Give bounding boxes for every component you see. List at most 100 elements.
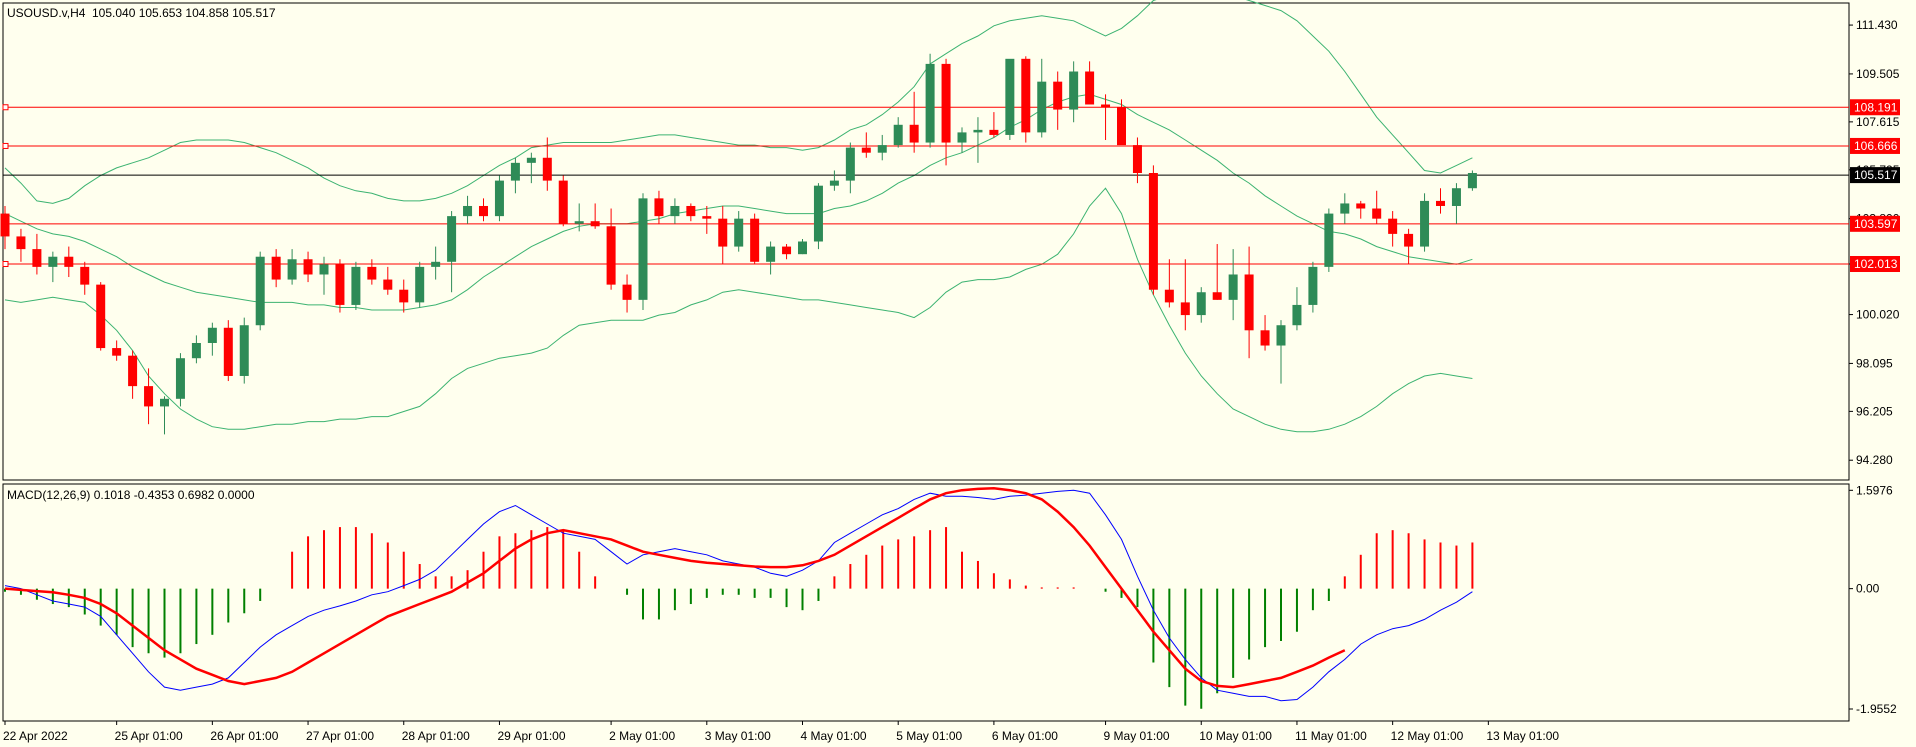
candle-body: [287, 259, 297, 280]
time-axis-label: 25 Apr 01:00: [115, 729, 183, 743]
candle-body: [909, 124, 919, 143]
time-axis-label: 12 May 01:00: [1391, 729, 1464, 743]
candle-body: [766, 246, 776, 262]
candle-body: [1244, 274, 1254, 331]
candle-body: [1148, 172, 1158, 290]
candle-body: [96, 284, 106, 349]
candle-body: [319, 264, 329, 275]
candle-body: [223, 327, 233, 376]
ohlc-readout: 105.040 105.653 104.858 105.517: [92, 6, 276, 20]
candle-body: [494, 180, 504, 217]
candle-body: [957, 132, 967, 143]
candle-body: [16, 236, 26, 250]
candle-body: [335, 264, 345, 305]
chart-window: 111.430109.505107.615105.725103.800102.0…: [0, 0, 1916, 747]
candle-body: [1085, 71, 1095, 105]
level-handle: [2, 104, 9, 111]
candle-body: [798, 241, 807, 255]
candle-body: [463, 205, 473, 217]
candle-body: [1101, 104, 1111, 108]
candle-body: [447, 216, 457, 262]
candle-body: [925, 63, 935, 143]
time-axis-label: 11 May 01:00: [1295, 729, 1367, 743]
candle-body: [80, 266, 90, 285]
time-axis-label: 29 Apr 01:00: [497, 729, 565, 743]
candle-body: [144, 386, 154, 407]
price-axis-label: 94.280: [1856, 453, 1893, 467]
candle-body: [989, 129, 999, 135]
chart-canvas[interactable]: 111.430109.505107.615105.725103.800102.0…: [0, 0, 1916, 747]
candle-body: [877, 145, 887, 153]
candle-body: [1212, 292, 1222, 300]
candle-body: [0, 213, 10, 237]
candle-body: [1260, 330, 1270, 346]
macd-axis-label: -1.9552: [1856, 702, 1897, 716]
candle-body: [1340, 203, 1350, 214]
candle-body: [654, 198, 664, 217]
macd-axis-label: 0.00: [1856, 582, 1880, 596]
candle-body: [606, 226, 616, 285]
candle-body: [1404, 233, 1414, 247]
candle-body: [845, 147, 855, 181]
level-handle: [2, 261, 9, 268]
candle-body: [510, 162, 520, 181]
candle-body: [255, 256, 265, 326]
time-axis-label: 5 May 01:00: [896, 729, 962, 743]
candle-body: [1420, 200, 1430, 247]
candle-body: [542, 157, 552, 181]
time-axis-label: 9 May 01:00: [1104, 729, 1170, 743]
candle-body: [207, 327, 217, 343]
candle-body: [175, 358, 185, 399]
candle-body: [112, 348, 122, 356]
level-price-label: 103.597: [1854, 217, 1898, 231]
candle-body: [893, 124, 903, 146]
candle-body: [1117, 107, 1126, 146]
candle-body: [734, 218, 744, 247]
candle-body: [160, 398, 169, 407]
time-axis-label: 28 Apr 01:00: [402, 729, 470, 743]
candle-body: [415, 266, 425, 303]
macd-title: MACD(12,26,9) 0.1018 -0.4353 0.6982 0.00…: [7, 488, 255, 502]
candle-body: [1228, 274, 1238, 300]
time-axis-label: 13 May 01:00: [1486, 729, 1559, 743]
candle-body: [782, 246, 792, 255]
time-axis-label: 4 May 01:00: [801, 729, 867, 743]
candle-body: [813, 185, 823, 242]
candle-body: [1053, 81, 1063, 110]
price-axis-label: 107.615: [1856, 115, 1900, 129]
candle-body: [1180, 302, 1190, 316]
candle-body: [1388, 218, 1398, 234]
candle-body: [526, 157, 536, 163]
current-price-label: 105.517: [1854, 168, 1898, 182]
price-axis-label: 96.205: [1856, 404, 1893, 418]
candle-body: [750, 218, 760, 262]
candle-body: [1324, 213, 1334, 267]
candle-body: [128, 355, 138, 387]
candle-body: [829, 180, 839, 186]
candle-body: [861, 147, 871, 153]
time-axis-label: 26 Apr 01:00: [210, 729, 278, 743]
candle-body: [191, 342, 201, 359]
time-axis-label: 2 May 01:00: [609, 729, 675, 743]
candle-body: [1436, 200, 1445, 206]
candle-body: [271, 256, 281, 280]
macd-axis-label: 1.5976: [1856, 483, 1893, 497]
time-axis-label: 3 May 01:00: [705, 729, 771, 743]
candle-body: [239, 325, 249, 376]
candle-body: [1276, 325, 1286, 346]
candle-body: [638, 198, 648, 300]
candle-body: [351, 266, 361, 305]
price-axis-label: 100.020: [1856, 308, 1900, 322]
candle-body: [48, 256, 58, 267]
candle-body: [64, 256, 74, 267]
candle-body: [622, 284, 632, 300]
candle-body: [1292, 304, 1302, 326]
candle-body: [1308, 266, 1318, 305]
candle-body: [1372, 208, 1382, 219]
candle-body: [590, 221, 600, 227]
candle-body: [718, 218, 728, 247]
candle-body: [32, 249, 42, 267]
candle-body: [973, 129, 983, 133]
candle-body: [574, 221, 584, 224]
candle-body: [431, 261, 441, 267]
